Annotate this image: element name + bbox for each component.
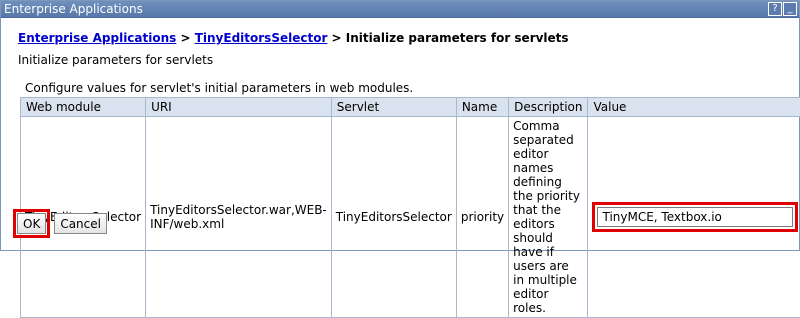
table-header-row: Web module URI Servlet Name Description … [21,98,800,117]
page-subtitle: Initialize parameters for servlets [18,53,213,67]
help-icon[interactable]: ? [768,2,782,16]
column-header-name: Name [456,98,508,117]
titlebar-icons: ? _ [768,2,797,16]
servlet-params-table: Web module URI Servlet Name Description … [20,97,800,318]
window-title: Enterprise Applications [4,2,143,16]
cell-value [588,117,800,318]
column-header-value: Value [588,98,800,117]
minimize-icon[interactable]: _ [783,2,797,16]
breadcrumb: Enterprise Applications > TinyEditorsSel… [18,31,569,45]
app-window: Enterprise Applications ? _ Enterprise A… [0,0,800,251]
value-highlight [592,202,798,232]
cancel-button[interactable]: Cancel [54,213,107,234]
instructions-text: Configure values for servlet's initial p… [25,81,413,95]
cell-servlet: TinyEditorsSelector [331,117,456,318]
value-input[interactable] [597,207,793,227]
window-titlebar: Enterprise Applications ? _ [1,1,799,18]
button-bar: OK Cancel [13,209,107,238]
cell-name: priority [456,117,508,318]
breadcrumb-separator: > [327,31,345,45]
cell-description: Comma separated editor names defining th… [509,117,588,318]
breadcrumb-link-enterprise-applications[interactable]: Enterprise Applications [18,31,176,45]
breadcrumb-current: Initialize parameters for servlets [346,31,569,45]
column-header-uri: URI [146,98,332,117]
column-header-description: Description [509,98,588,117]
cell-uri: TinyEditorsSelector.war,WEB-INF/web.xml [146,117,332,318]
breadcrumb-link-tinyeditorsselector[interactable]: TinyEditorsSelector [195,31,328,45]
table-row: TinyEditorsSelector TinyEditorsSelector.… [21,117,800,318]
ok-highlight: OK [13,209,50,238]
ok-button[interactable]: OK [17,213,46,234]
breadcrumb-separator: > [176,31,194,45]
column-header-servlet: Servlet [331,98,456,117]
column-header-web-module: Web module [21,98,146,117]
